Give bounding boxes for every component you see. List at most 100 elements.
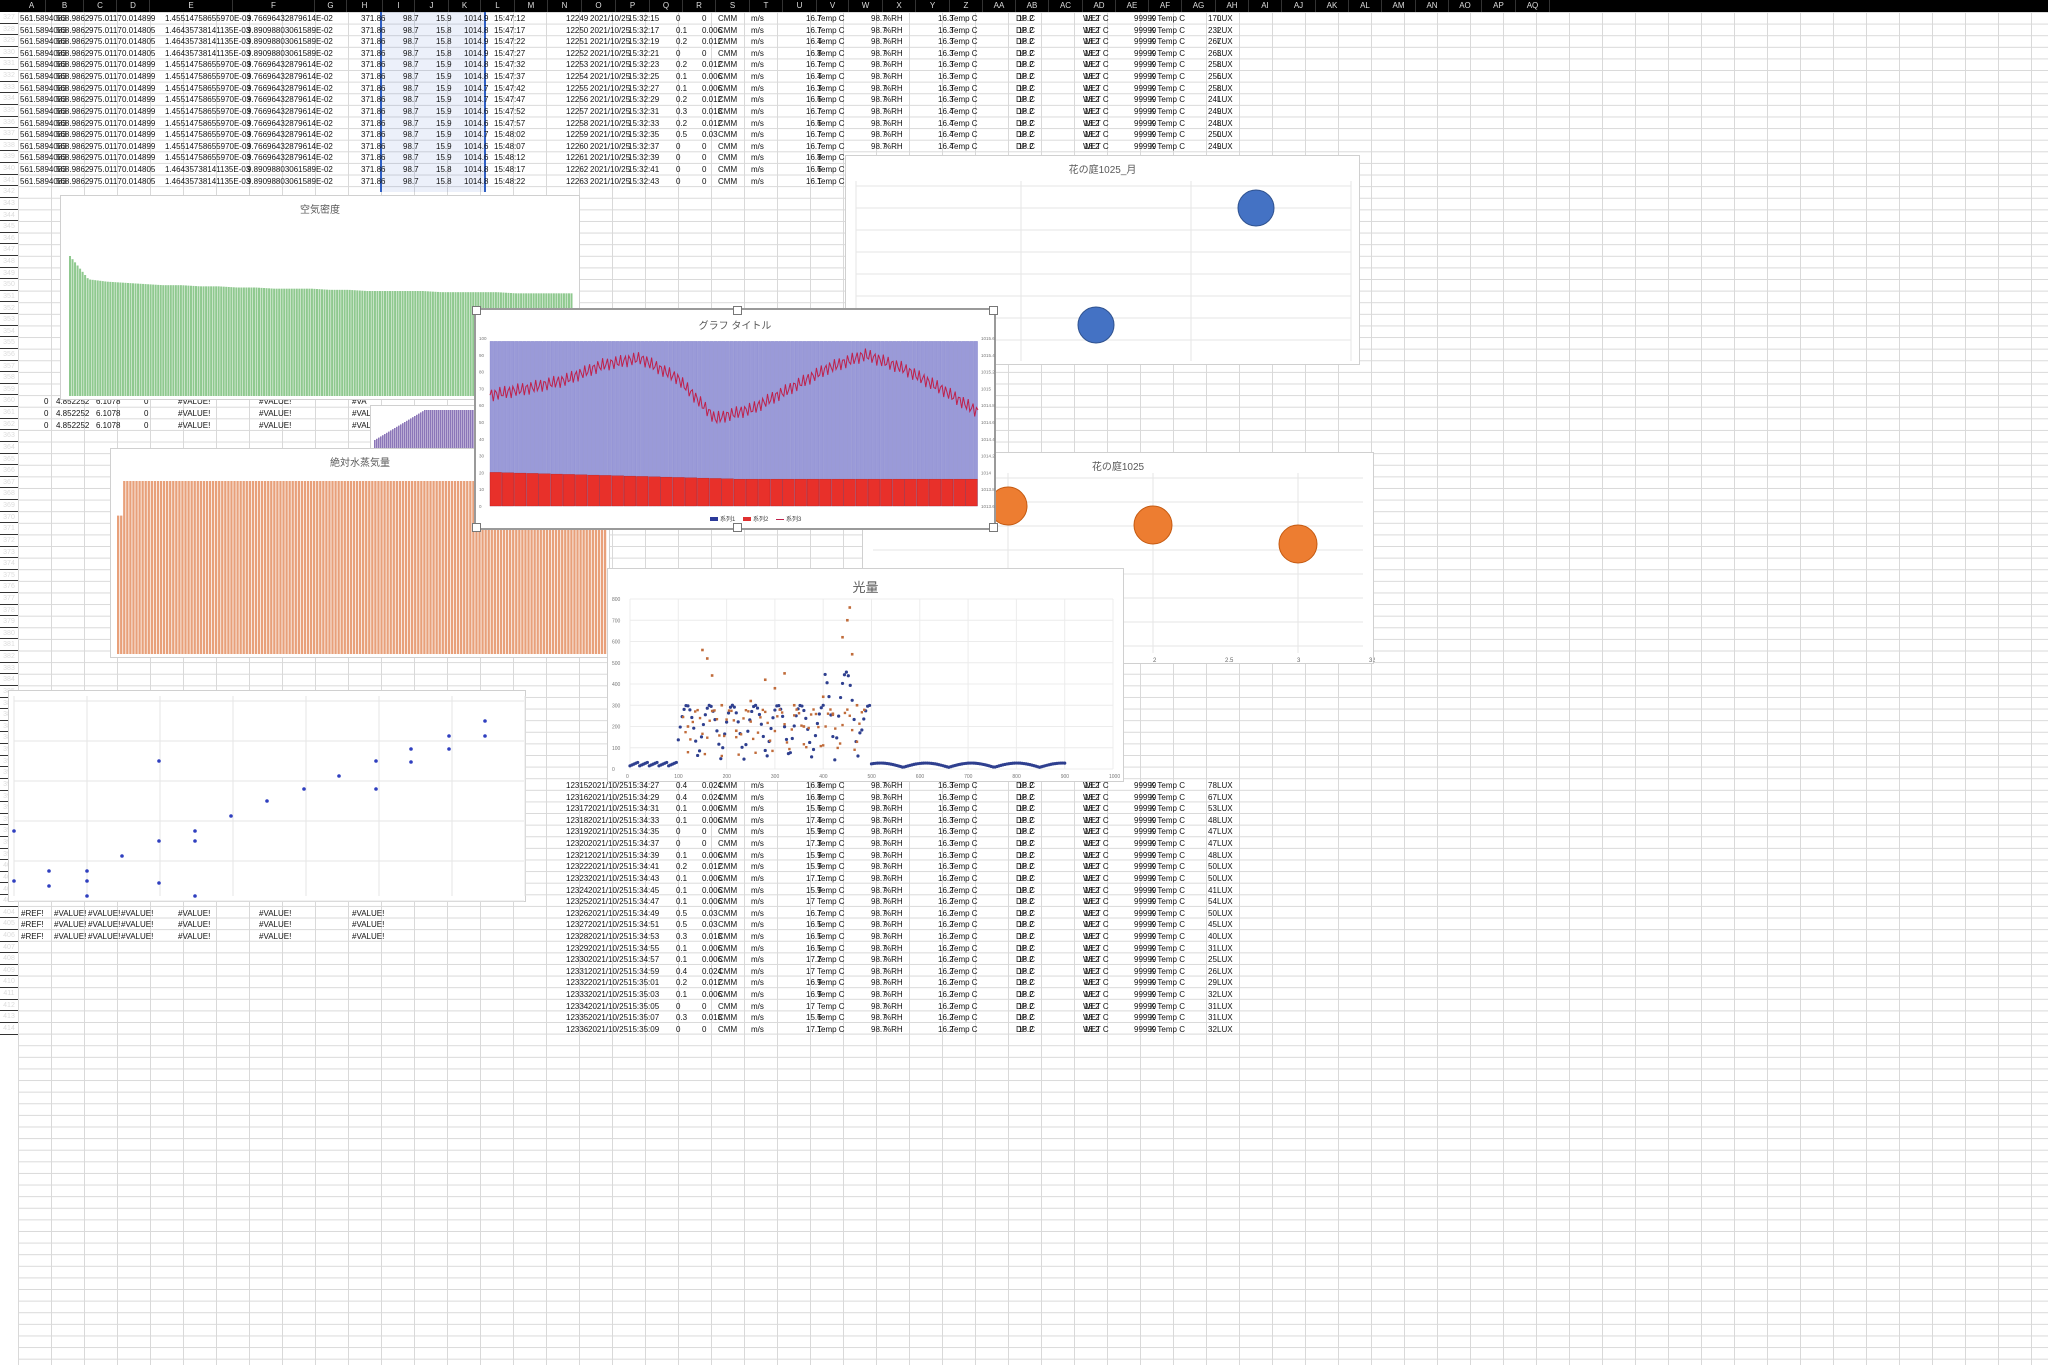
cell-value[interactable]: K Temp C [1150, 990, 1185, 999]
cell-value[interactable]: 371.86 [361, 60, 385, 69]
cell-value[interactable]: 12335 [566, 1013, 588, 1022]
cell-value[interactable]: 98.7 [403, 14, 419, 23]
cell-value[interactable]: DP C [1016, 897, 1035, 906]
cell-value[interactable]: DP C [1016, 932, 1035, 941]
cell-value[interactable]: 2021/10/25 [590, 37, 630, 46]
cell-value[interactable]: WET C [1083, 1013, 1109, 1022]
cell-value[interactable]: 15:34:49 [628, 909, 659, 918]
cell-value[interactable]: 15:32:33 [628, 119, 659, 128]
cell-value[interactable]: %RH [884, 897, 903, 906]
cell-value[interactable]: 1.45514758655970E-03 [165, 14, 251, 23]
cell-value[interactable]: 2021/10/25 [588, 955, 628, 964]
cell-value[interactable]: %RH [884, 862, 903, 871]
cell-value[interactable]: 4.852252 [56, 421, 89, 430]
cell-value[interactable]: 975.0117 [89, 130, 122, 139]
column-header-V[interactable]: V [817, 0, 849, 12]
cell-value[interactable]: 98.7 [403, 107, 419, 116]
cell-value[interactable]: #VALUE! [88, 932, 120, 941]
column-header-K[interactable]: K [449, 0, 481, 12]
cell-value[interactable]: K Temp C [1150, 932, 1185, 941]
cell-value[interactable]: %RH [884, 944, 903, 953]
cell-value[interactable]: DP C [1016, 1013, 1035, 1022]
column-header-AE[interactable]: AE [1116, 0, 1149, 12]
cell-value[interactable]: CMM [718, 839, 737, 848]
cell-value[interactable]: 2021/10/25 [588, 1013, 628, 1022]
cell-value[interactable]: %RH [884, 978, 903, 987]
row-header-357[interactable]: 357 [0, 361, 18, 373]
cell-value[interactable]: WET C [1083, 839, 1109, 848]
column-header-C[interactable]: C [84, 0, 117, 12]
cell-value[interactable]: WET C [1083, 130, 1109, 139]
cell-value[interactable]: K Temp C [1150, 130, 1185, 139]
row-header-342[interactable]: 342 [0, 186, 18, 198]
cell-value[interactable]: 12322 [566, 862, 588, 871]
cell-value[interactable]: CMM [718, 932, 737, 941]
cell-value[interactable]: Temp C [817, 177, 845, 186]
cell-value[interactable]: Temp C [950, 107, 978, 116]
cell-value[interactable]: DP C [1016, 909, 1035, 918]
cell-value[interactable]: 568.9862 [56, 84, 89, 93]
cell-value[interactable]: 50 [1208, 862, 1217, 871]
row-header-370[interactable]: 370 [0, 512, 18, 524]
column-header-D[interactable]: D [117, 0, 150, 12]
column-header-W[interactable]: W [849, 0, 883, 12]
cell-value[interactable]: 2021/10/25 [590, 14, 630, 23]
cell-value[interactable]: #VALUE! [259, 421, 291, 430]
cell-value[interactable]: 568.9862 [56, 153, 89, 162]
cell-value[interactable]: 975.0117 [89, 49, 122, 58]
cell-value[interactable]: Temp C [817, 26, 845, 35]
row-header-363[interactable]: 363 [0, 430, 18, 442]
cell-value[interactable]: 0 [144, 409, 148, 418]
cell-value[interactable]: Temp C [950, 49, 978, 58]
cell-value[interactable]: K Temp C [1150, 886, 1185, 895]
cell-value[interactable]: %RH [884, 49, 903, 58]
row-header-374[interactable]: 374 [0, 558, 18, 570]
cell-value[interactable]: WET C [1083, 978, 1109, 987]
cell-value[interactable]: m/s [751, 827, 764, 836]
cell-value[interactable]: 2021/10/25 [588, 862, 628, 871]
cell-value[interactable]: Temp C [817, 920, 845, 929]
cell-value[interactable]: 568.9862 [56, 60, 89, 69]
cell-value[interactable]: 2021/10/25 [588, 967, 628, 976]
cell-value[interactable]: 15:34:51 [628, 920, 659, 929]
cell-value[interactable]: 0.014899 [122, 95, 155, 104]
row-header-341[interactable]: 341 [0, 175, 18, 187]
cell-value[interactable]: K Temp C [1150, 967, 1185, 976]
cell-value[interactable]: LUX [1217, 1025, 1233, 1034]
cell-value[interactable]: 17 [806, 1002, 815, 1011]
cell-value[interactable]: 975.0117 [89, 142, 122, 151]
cell-value[interactable]: K Temp C [1150, 839, 1185, 848]
cell-value[interactable]: LUX [1217, 816, 1233, 825]
cell-value[interactable]: 67 [1208, 793, 1217, 802]
cell-value[interactable]: 78 [1208, 781, 1217, 790]
row-header-407[interactable]: 407 [0, 942, 18, 954]
cell-value[interactable]: 15:47:47 [494, 95, 525, 104]
cell-value[interactable]: 48 [1208, 816, 1217, 825]
cell-value[interactable]: 371.86 [361, 107, 385, 116]
cell-value[interactable]: 15:48:07 [494, 142, 525, 151]
row-header-414[interactable]: 414 [0, 1023, 18, 1035]
cell-value[interactable]: WET C [1083, 60, 1109, 69]
cell-value[interactable]: 975.0117 [89, 177, 122, 186]
cell-value[interactable]: 12334 [566, 1002, 588, 1011]
cell-value[interactable]: CMM [718, 874, 737, 883]
cell-value[interactable]: 0.2 [676, 95, 687, 104]
cell-value[interactable]: WET C [1083, 49, 1109, 58]
cell-value[interactable]: 2021/10/25 [588, 920, 628, 929]
cell-value[interactable]: 1014.8 [464, 26, 488, 35]
cell-value[interactable]: DP C [1016, 978, 1035, 987]
row-header-327[interactable]: 327 [0, 12, 18, 24]
cell-value[interactable]: DP C [1016, 967, 1035, 976]
cell-value[interactable]: 0.1 [676, 990, 687, 999]
cell-value[interactable]: Temp C [817, 107, 845, 116]
cell-value[interactable]: 2021/10/25 [588, 932, 628, 941]
cell-value[interactable]: 0.1 [676, 816, 687, 825]
cell-value[interactable]: 0.1 [676, 886, 687, 895]
column-header-AP[interactable]: AP [1482, 0, 1516, 12]
cell-value[interactable]: m/s [751, 72, 764, 81]
cell-value[interactable]: 0 [676, 839, 680, 848]
column-header-AL[interactable]: AL [1349, 0, 1382, 12]
cell-value[interactable]: Temp C [817, 130, 845, 139]
cell-value[interactable]: 15:34:35 [628, 827, 659, 836]
cell-value[interactable]: 0.2 [676, 60, 687, 69]
